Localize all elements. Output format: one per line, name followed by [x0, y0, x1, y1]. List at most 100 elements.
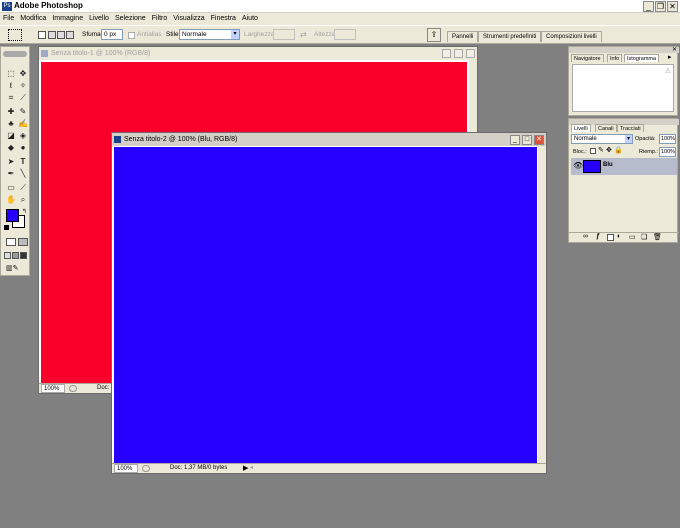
document-1-zoom-field[interactable]: 100% [41, 384, 65, 393]
document-2-zoom-field[interactable]: 100% [114, 464, 138, 473]
standard-mode-icon[interactable] [6, 238, 16, 246]
status-menu-arrow-icon[interactable]: ▶ [243, 464, 248, 473]
pen-tool-icon[interactable]: ✒ [6, 169, 16, 179]
layer-mask-icon[interactable] [607, 234, 614, 241]
minimize-button[interactable]: _ [643, 1, 654, 12]
document-1-titlebar[interactable]: Senza titolo-1 @ 100% (RGB/8) [39, 47, 477, 60]
notes-tool-icon[interactable]: ▭ [6, 183, 16, 193]
lock-all-icon[interactable]: 🔒 [614, 146, 623, 154]
stile-select[interactable]: Normale ▾ [179, 29, 240, 40]
new-group-icon[interactable]: ▭ [629, 233, 636, 241]
menu-livello[interactable]: Livello [86, 13, 112, 25]
blend-mode-select[interactable]: Normale ▾ [571, 134, 633, 144]
screen-mode-full-icon[interactable] [20, 252, 27, 259]
menu-filtro[interactable]: Filtro [149, 13, 171, 25]
marquee-tool-icon[interactable]: ⬚ [6, 69, 16, 79]
hand-tool-icon[interactable]: ✋ [6, 195, 16, 205]
document-2-vertical-scrollbar[interactable] [538, 146, 546, 464]
document-2-status-text: Doc: 1,37 MB/0 bytes [170, 465, 228, 471]
adjustment-layer-icon[interactable]: ◐ [617, 233, 621, 240]
history-brush-tool-icon[interactable]: ✍ [18, 119, 28, 129]
delete-layer-icon[interactable]: 🗑 [653, 233, 662, 241]
add-selection-icon[interactable] [48, 31, 56, 39]
new-layer-icon[interactable]: ❑ [641, 233, 647, 241]
lock-image-icon[interactable]: ✎ [598, 146, 604, 154]
path-selection-tool-icon[interactable]: ➤ [6, 157, 16, 167]
opacity-input[interactable]: 100% [659, 134, 676, 144]
tab-canali[interactable]: Canali [595, 124, 617, 132]
tab-istogramma[interactable]: Istogramma [624, 54, 660, 62]
restore-button[interactable]: ❐ [655, 1, 666, 12]
blur-tool-icon[interactable]: ◆ [6, 143, 16, 153]
menu-immagine[interactable]: Immagine [49, 13, 86, 25]
layers-panel: Livelli Canali Tracciati Normale ▾ Opacit… [568, 118, 679, 243]
link-layers-icon[interactable]: ∞ [583, 233, 588, 240]
doc1-close-button[interactable] [466, 49, 475, 58]
sfuma-input[interactable]: 0 px [101, 29, 123, 40]
eyedropper-tool-icon[interactable]: ⟋ [18, 183, 28, 193]
jump-to-imageready-icon[interactable]: ▥✎ [6, 265, 26, 273]
close-button[interactable]: ✕ [667, 1, 678, 12]
menu-finestra[interactable]: Finestra [208, 13, 239, 25]
default-colors-icon[interactable] [4, 225, 9, 230]
dodge-tool-icon[interactable]: ● [18, 143, 28, 153]
line-tool-icon[interactable]: ╲ [18, 169, 28, 179]
new-selection-icon[interactable] [38, 31, 46, 39]
quick-mask-mode-icon[interactable] [18, 238, 28, 246]
antialias-checkbox[interactable] [128, 32, 135, 39]
brush-tool-icon[interactable]: ✎ [18, 107, 28, 117]
menu-visualizza[interactable]: Visualizza [170, 13, 207, 25]
layer-style-icon[interactable]: ƒ [596, 233, 600, 240]
navigator-panel-header: ✕ [569, 47, 679, 53]
zoom-tool-icon[interactable]: ⌕ [18, 195, 28, 205]
move-tool-icon[interactable]: ✥ [18, 69, 28, 79]
swap-colors-icon[interactable]: ↰ [22, 208, 27, 215]
menu-file[interactable]: File [0, 13, 17, 25]
lock-position-icon[interactable]: ✥ [606, 146, 612, 154]
panel-close-icon[interactable]: ✕ [672, 46, 677, 53]
options-bar: Sfuma: 0 px Antialias Stile: Normale ▾ La… [0, 25, 680, 44]
menu-modifica[interactable]: Modifica [17, 13, 49, 25]
toolbox: ⬚ ✥ ℓ ✧ ⌗ ⟋ ✚ ✎ ♣ ✍ ◪ ◈ ◆ ● ➤ T ✒ ╲ ▭ ⟋ … [0, 46, 30, 276]
foreground-color-swatch[interactable] [6, 209, 19, 222]
tab-navigatore[interactable]: Navigatore [571, 54, 604, 62]
tab-info[interactable]: Info [607, 54, 623, 62]
palette-tab-strumenti-predefiniti[interactable]: Strumenti predefiniti [478, 31, 542, 42]
fill-input[interactable]: 100% [659, 147, 676, 157]
document-2-canvas[interactable] [114, 147, 537, 463]
lasso-tool-icon[interactable]: ℓ [6, 81, 16, 91]
menu-selezione[interactable]: Selezione [112, 13, 149, 25]
scroll-left-icon[interactable]: ◂ [250, 464, 253, 473]
panel-menu-icon[interactable]: ▸ [668, 53, 672, 61]
screen-mode-standard-icon[interactable] [4, 252, 11, 259]
document-2-titlebar[interactable]: Senza titolo-2 @ 100% (Blu, RGB/8) _ □ ✕ [112, 133, 546, 146]
layer-row[interactable]: 👁 Blu [571, 158, 677, 175]
altezza-input [334, 29, 356, 40]
file-browser-icon[interactable]: ⇪ [427, 28, 441, 42]
doc1-minimize-button[interactable] [442, 49, 451, 58]
eraser-tool-icon[interactable]: ◪ [6, 131, 16, 141]
screen-mode-full-menu-icon[interactable] [12, 252, 19, 259]
crop-tool-icon[interactable]: ⌗ [6, 93, 16, 103]
tab-tracciati[interactable]: Tracciati [617, 124, 644, 132]
paint-bucket-tool-icon[interactable]: ◈ [18, 131, 28, 141]
doc1-maximize-button[interactable] [454, 49, 463, 58]
marquee-tool-preset-icon[interactable] [8, 29, 22, 41]
magic-wand-tool-icon[interactable]: ✧ [18, 81, 28, 91]
subtract-selection-icon[interactable] [57, 31, 65, 39]
intersect-selection-icon[interactable] [66, 31, 74, 39]
document-window-2[interactable]: Senza titolo-2 @ 100% (Blu, RGB/8) _ □ ✕… [111, 132, 547, 474]
clone-stamp-tool-icon[interactable]: ♣ [6, 119, 16, 129]
slice-tool-icon[interactable]: ⟋ [18, 93, 28, 103]
menu-aiuto[interactable]: Aiuto [239, 13, 261, 25]
doc2-minimize-button[interactable]: _ [510, 135, 520, 145]
type-tool-icon[interactable]: T [18, 157, 28, 167]
doc2-maximize-button[interactable]: □ [522, 135, 532, 145]
eye-icon[interactable]: 👁 [573, 161, 583, 170]
healing-brush-tool-icon[interactable]: ✚ [6, 107, 16, 117]
doc2-close-button[interactable]: ✕ [534, 135, 544, 145]
lock-transparent-icon[interactable] [590, 148, 596, 154]
palette-tab-pannelli[interactable]: Pannelli [447, 31, 479, 42]
tab-livelli[interactable]: Livelli [571, 124, 591, 132]
palette-tab-composizioni-livelli[interactable]: Composizioni livelli [541, 31, 602, 42]
